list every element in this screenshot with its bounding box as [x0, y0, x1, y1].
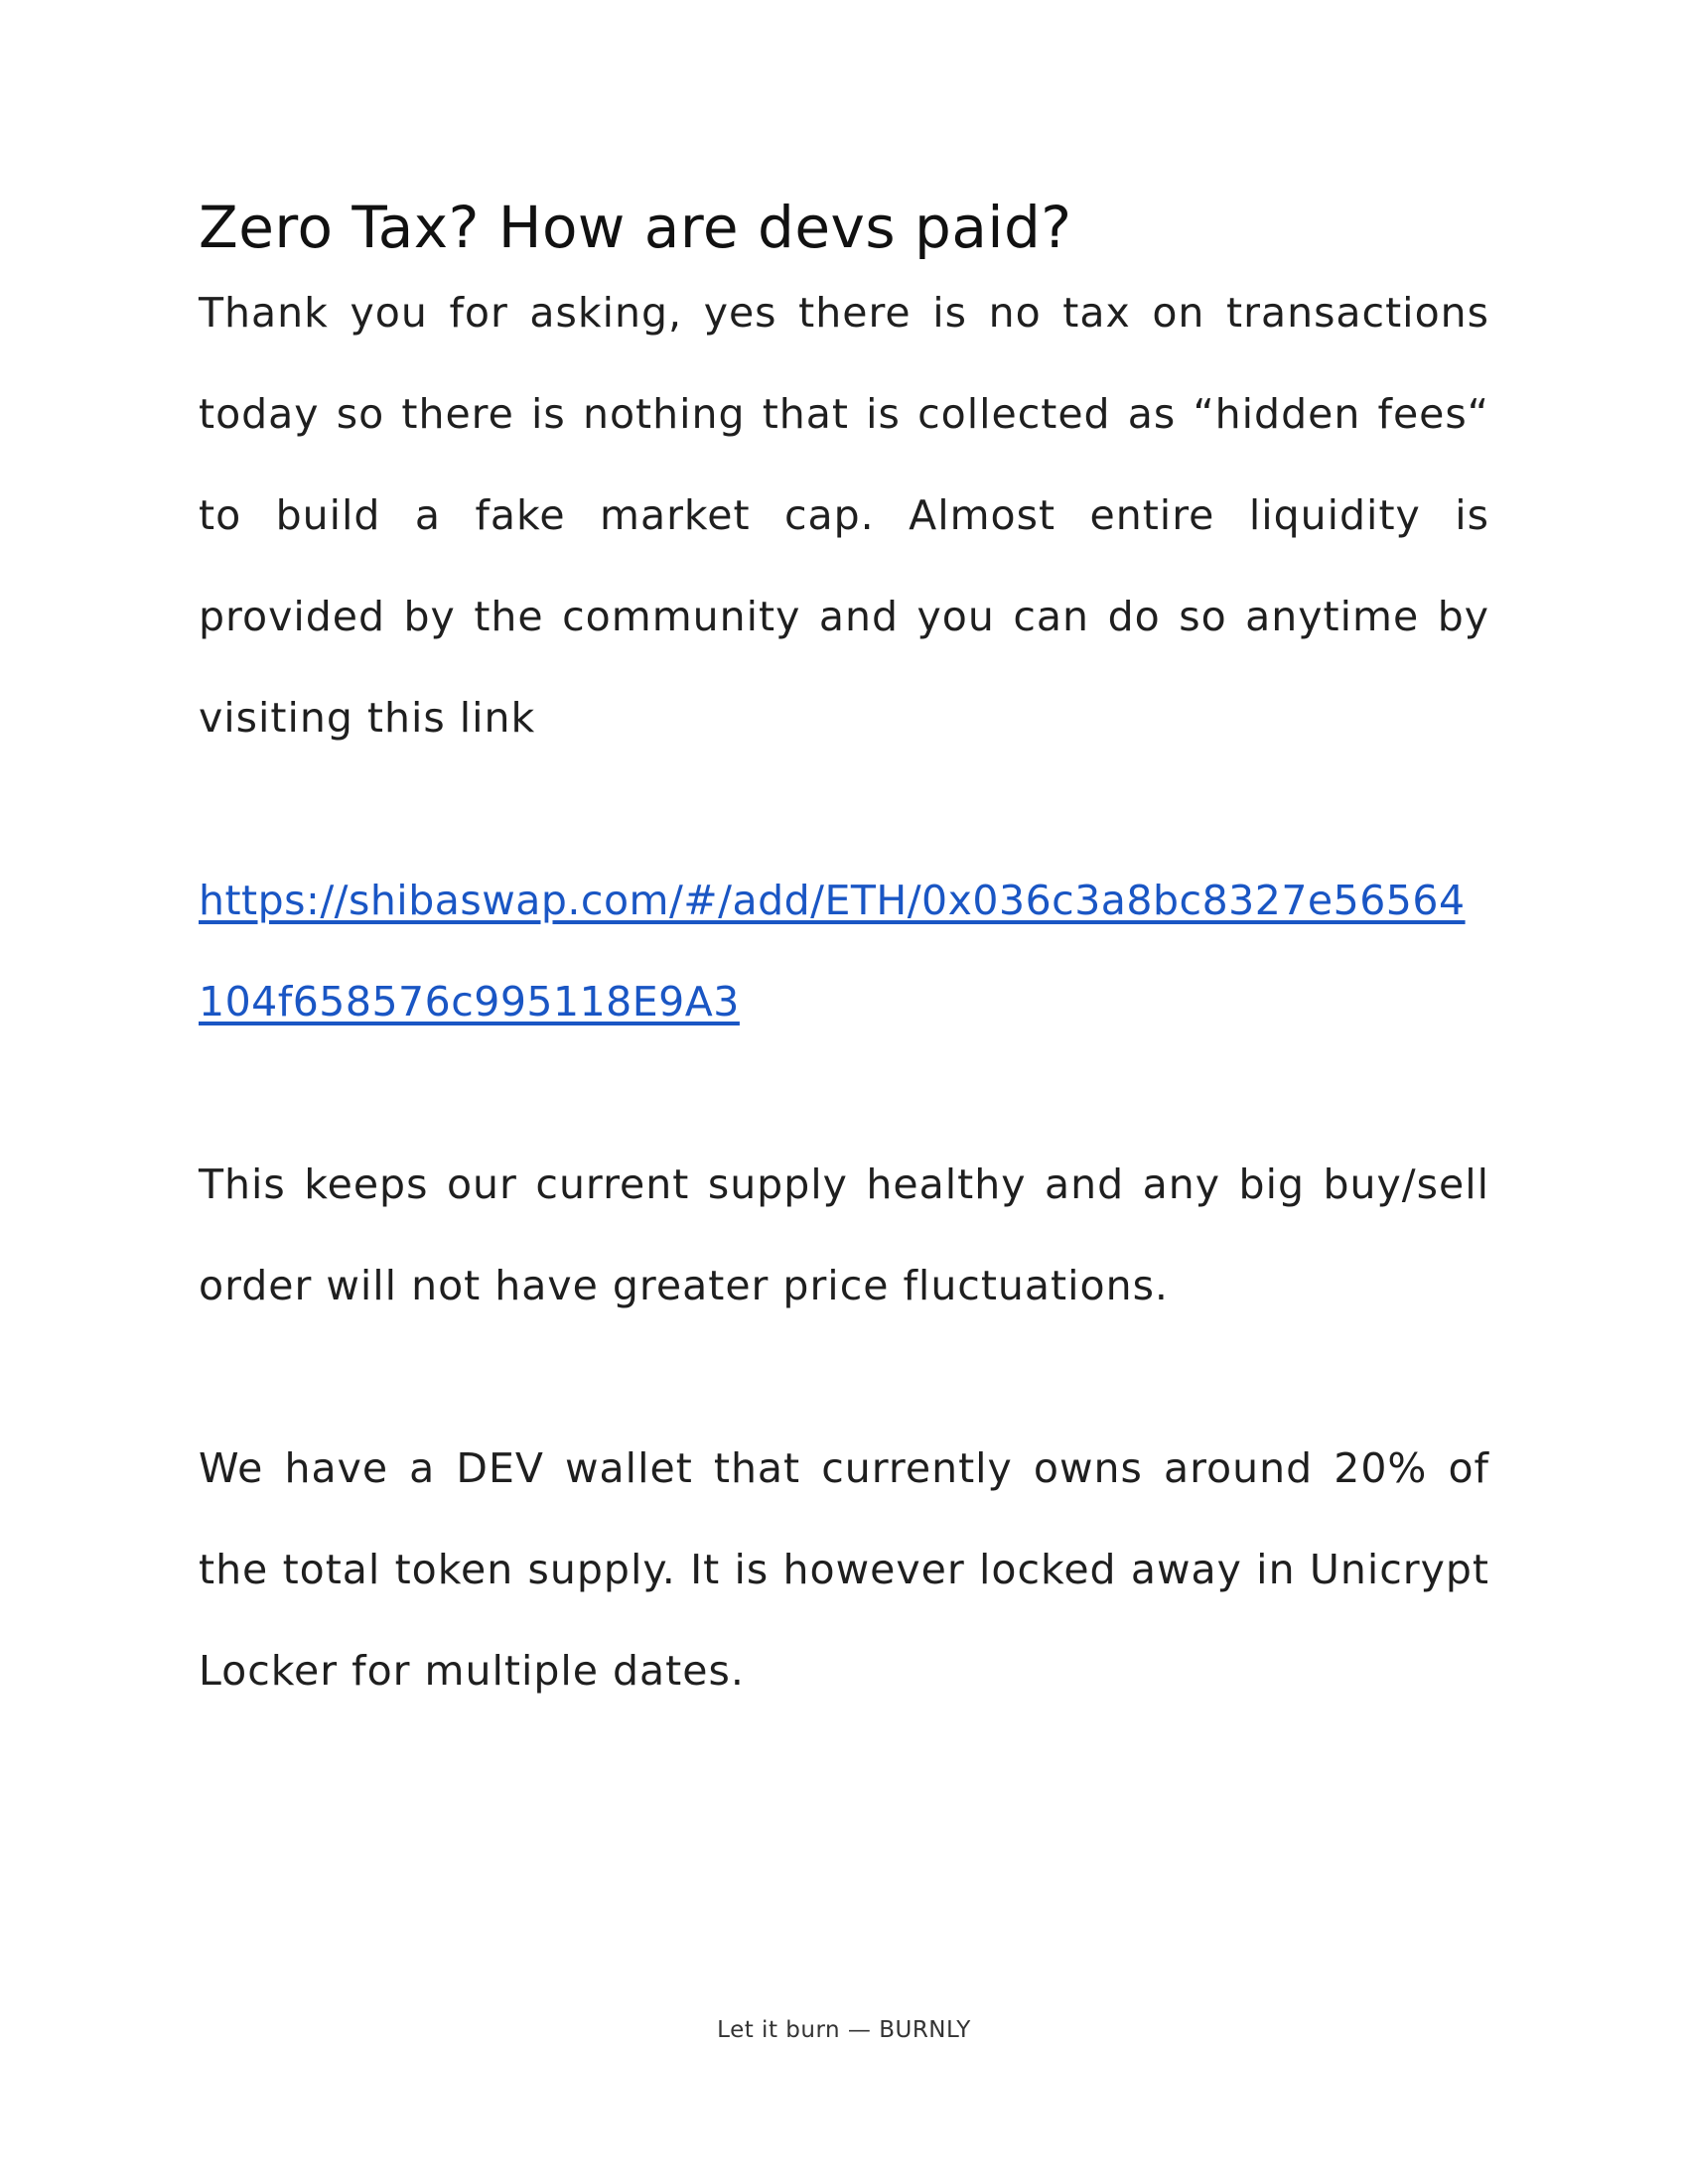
paragraph-dev-wallet: We have a DEV wallet that currently owns… — [199, 1444, 1489, 1695]
shibaswap-liquidity-link[interactable]: https://shibaswap.com/#/add/ETH/0x036c3a… — [199, 877, 1466, 1025]
paragraph-intro: Thank you for asking, yes there is no ta… — [199, 289, 1489, 742]
document-body: Zero Tax? How are devs paid? Thank you f… — [199, 189, 1489, 1721]
page-footer: Let it burn — BURNLY — [717, 2017, 971, 2043]
paragraph-supply: This keeps our current supply healthy an… — [199, 1160, 1489, 1309]
page-title: Zero Tax? How are devs paid? — [199, 194, 1072, 261]
link-paragraph: https://shibaswap.com/#/add/ETH/0x036c3a… — [199, 850, 1489, 1052]
